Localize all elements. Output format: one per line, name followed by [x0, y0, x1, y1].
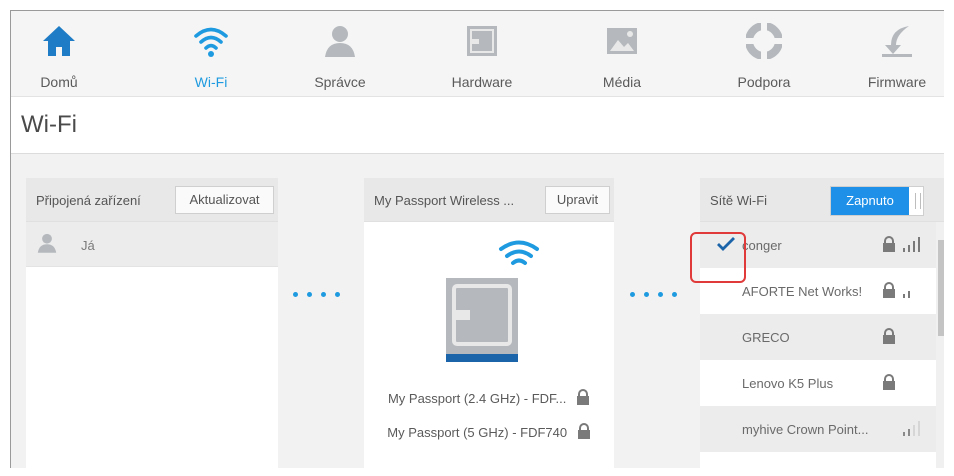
top-nav: Domů Wi-Fi Správce Hardware Média Podpor… [11, 11, 944, 96]
device-panel: My Passport Wireless ... Upravit My Pass… [364, 178, 614, 468]
ssid-row-5ghz[interactable]: My Passport (5 GHz) - FDF740 [364, 423, 614, 440]
wifi-icon [499, 240, 539, 265]
wifi-networks-title: Sítě Wi-Fi [710, 193, 768, 208]
home-icon [43, 26, 75, 56]
device-title: My Passport Wireless ... [374, 193, 515, 208]
lock-icon [577, 389, 590, 405]
support-icon [746, 23, 782, 59]
wifi-toggle[interactable]: Zapnuto [830, 186, 924, 216]
nav-item-firmware[interactable]: Firmware [849, 11, 944, 96]
wifi-network-name: AFORTE Net Works! [742, 284, 863, 299]
lock-icon [883, 236, 895, 252]
user-icon [37, 233, 57, 253]
connected-devices-title: Připojená zařízení [36, 193, 141, 208]
hardware-icon [467, 26, 497, 56]
lock-icon [883, 328, 895, 344]
device-header: My Passport Wireless ... Upravit [364, 178, 614, 222]
nav-item-support[interactable]: Podpora [716, 11, 812, 96]
signal-strength-icon [903, 291, 910, 298]
highlight-marker [690, 232, 746, 283]
wifi-list-scrollbar[interactable] [936, 222, 944, 468]
nav-label-home: Domů [40, 74, 78, 90]
connection-dots-right [630, 292, 677, 297]
nav-item-admin[interactable]: Správce [292, 11, 388, 96]
user-icon [325, 26, 355, 57]
wifi-network-row[interactable]: Lenovo K5 Plus [700, 360, 936, 406]
refresh-button[interactable]: Aktualizovat [175, 186, 274, 214]
wifi-icon [194, 27, 228, 57]
nav-label-media: Média [602, 74, 642, 90]
wifi-network-name: GRECO [742, 330, 790, 345]
device-row[interactable]: Já [26, 222, 278, 267]
nav-label-support: Podpora [737, 74, 791, 90]
wifi-network-name: myhive Crown Point... [742, 422, 869, 437]
connected-devices-header: Připojená zařízení Aktualizovat [26, 178, 278, 222]
signal-strength-icon [903, 237, 920, 252]
nav-item-media[interactable]: Média [574, 11, 670, 96]
ssid-row-24ghz[interactable]: My Passport (2.4 GHz) - FDF... [364, 389, 614, 406]
ssid-name: My Passport (5 GHz) - FDF740 [387, 425, 568, 440]
connection-dots-left [293, 292, 340, 297]
wifi-network-name: Lenovo K5 Plus [742, 376, 834, 391]
lock-icon [577, 423, 590, 439]
wifi-network-row[interactable]: GRECO [700, 314, 936, 360]
nav-label-firmware: Firmware [867, 74, 927, 90]
ssid-name: My Passport (2.4 GHz) - FDF... [387, 391, 567, 406]
page-title: Wi-Fi [21, 111, 77, 138]
nav-label-admin: Správce [314, 74, 366, 90]
device-name: Já [81, 238, 95, 253]
page-header: Wi-Fi [11, 96, 944, 154]
wifi-network-name: conger [742, 238, 782, 253]
signal-strength-icon [903, 421, 920, 436]
drive-icon [446, 278, 518, 362]
nav-label-hardware: Hardware [451, 74, 513, 90]
wifi-networks-header: Sítě Wi-Fi Zapnuto [700, 178, 944, 222]
wifi-toggle-label: Zapnuto [831, 187, 909, 215]
lock-icon [883, 282, 895, 298]
nav-item-hardware[interactable]: Hardware [434, 11, 530, 96]
app-window: Domů Wi-Fi Správce Hardware Média Podpor… [10, 10, 944, 468]
wifi-networks-panel: Sítě Wi-Fi Zapnuto conger AFORTE Net Wor… [700, 178, 944, 468]
nav-label-wifi: Wi-Fi [194, 74, 228, 90]
firmware-icon [882, 26, 912, 57]
nav-item-wifi[interactable]: Wi-Fi [163, 11, 259, 96]
lock-icon [883, 374, 895, 390]
nav-item-home[interactable]: Domů [11, 11, 107, 96]
edit-button[interactable]: Upravit [545, 186, 610, 214]
connected-devices-panel: Připojená zařízení Aktualizovat Já [26, 178, 278, 468]
toggle-grip-icon [915, 193, 921, 209]
media-icon [607, 28, 637, 54]
wifi-network-row[interactable]: myhive Crown Point... [700, 406, 936, 452]
scrollbar-thumb[interactable] [938, 240, 944, 336]
